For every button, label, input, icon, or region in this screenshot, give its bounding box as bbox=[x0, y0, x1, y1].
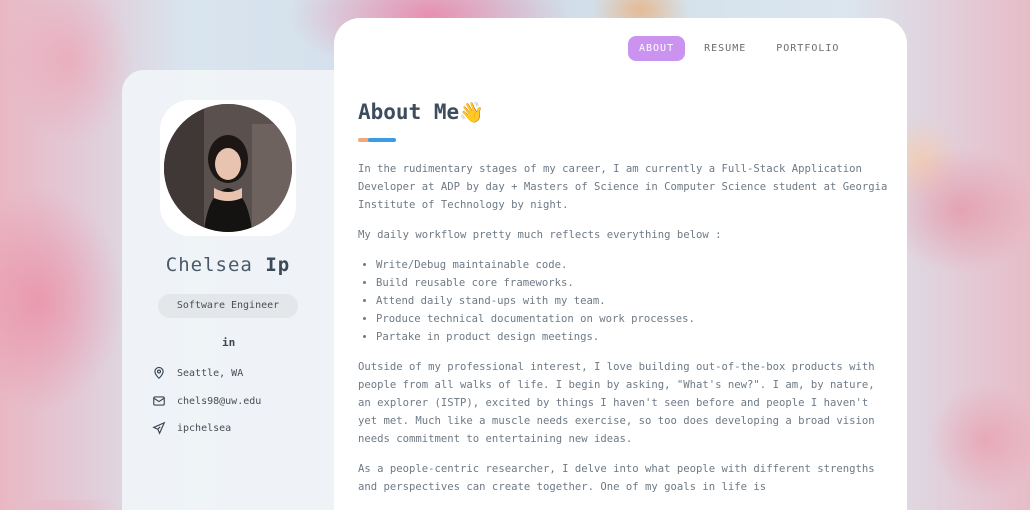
profile-name: Chelsea Ip bbox=[122, 254, 334, 276]
about-content: In the rudimentary stages of my career, … bbox=[358, 160, 888, 508]
page-title-text: About Me bbox=[358, 100, 460, 124]
interest-paragraph: Outside of my professional interest, I l… bbox=[358, 361, 875, 445]
avatar bbox=[164, 104, 292, 232]
list-item: Build reusable core frameworks. bbox=[376, 274, 888, 292]
workflow-intro: My daily workflow pretty much reflects e… bbox=[358, 229, 722, 241]
contact-location: Seattle, WA bbox=[152, 366, 243, 380]
researcher-paragraph: As a people-centric researcher, I delve … bbox=[358, 463, 875, 493]
profile-sidebar: Chelsea Ip Software Engineer in Seattle,… bbox=[122, 70, 334, 510]
underline-blue bbox=[368, 138, 396, 142]
tab-about[interactable]: ABOUT bbox=[628, 36, 686, 61]
location-text: Seattle, WA bbox=[177, 367, 244, 379]
handle-text[interactable]: ipchelsea bbox=[177, 423, 231, 434]
workflow-list: Write/Debug maintainable code. Build reu… bbox=[358, 256, 888, 346]
mail-icon bbox=[153, 396, 165, 406]
waving-hand-icon: 👋 bbox=[459, 100, 485, 124]
avatar-photo bbox=[164, 104, 292, 232]
location-pin-icon bbox=[154, 366, 164, 380]
page-title: About Me👋 bbox=[358, 100, 484, 124]
role-badge: Software Engineer bbox=[158, 294, 298, 318]
tab-portfolio[interactable]: PORTFOLIO bbox=[765, 36, 850, 61]
last-name: Ip bbox=[265, 254, 291, 276]
top-nav: ABOUT RESUME PORTFOLIO bbox=[628, 36, 850, 61]
list-item: Write/Debug maintainable code. bbox=[376, 256, 888, 274]
linkedin-icon[interactable]: in bbox=[222, 336, 235, 349]
email-text[interactable]: chels98@uw.edu bbox=[177, 396, 261, 407]
title-underline bbox=[358, 138, 396, 142]
avatar-frame bbox=[160, 100, 296, 236]
contact-email[interactable]: chels98@uw.edu bbox=[152, 394, 261, 408]
list-item: Produce technical documentation on work … bbox=[376, 310, 888, 328]
first-name: Chelsea bbox=[165, 254, 253, 276]
tab-resume[interactable]: RESUME bbox=[693, 36, 757, 61]
list-item: Partake in product design meetings. bbox=[376, 328, 888, 346]
contact-handle[interactable]: ipchelsea bbox=[152, 421, 231, 435]
list-item: Attend daily stand-ups with my team. bbox=[376, 292, 888, 310]
send-icon bbox=[152, 421, 166, 435]
main-card: About Me👋 In the rudimentary stages of m… bbox=[334, 18, 907, 510]
intro-paragraph: In the rudimentary stages of my career, … bbox=[358, 163, 888, 211]
